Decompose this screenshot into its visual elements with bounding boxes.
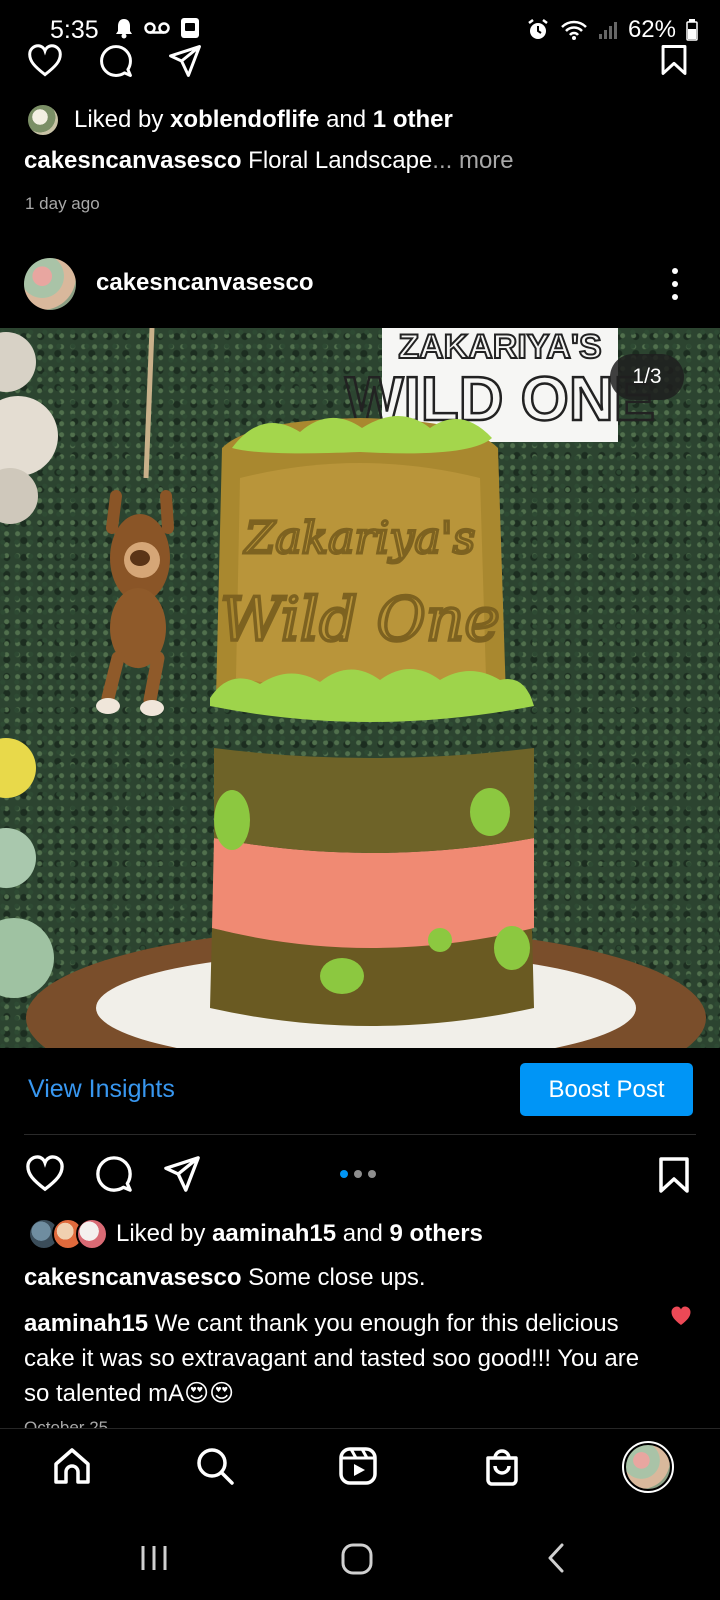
liked-by-prefix: Liked by <box>116 1220 213 1247</box>
liked-by-user[interactable]: xoblendoflife <box>170 106 319 133</box>
carousel-dot <box>368 1170 376 1178</box>
post-author-username[interactable]: cakesncanvasesco <box>96 269 314 297</box>
liked-by[interactable]: Liked by aaminah15 and 9 others <box>28 1218 483 1250</box>
post-photo: ZAKARIYA'S WILD ONE Zakariya's Wild One <box>0 328 706 1048</box>
caption-more-link[interactable]: ... more <box>432 147 513 174</box>
comment-username[interactable]: aaminah15 <box>24 1310 148 1337</box>
like-heart-icon[interactable] <box>24 1155 66 1193</box>
post-caption: cakesncanvasesco Some close ups. <box>24 1264 426 1292</box>
view-insights-link[interactable]: View Insights <box>28 1075 175 1104</box>
liked-by-prefix: Liked by <box>74 106 171 133</box>
liked-by-and: and <box>319 106 373 133</box>
like-heart-icon[interactable] <box>24 44 66 78</box>
previous-liked-by[interactable]: Liked by xoblendoflife and 1 other <box>26 103 453 137</box>
caption-text: Some close ups. <box>241 1264 426 1291</box>
sign-text-top: ZAKARIYA'S <box>398 328 601 366</box>
profile-avatar-image <box>626 1445 670 1489</box>
reels-icon[interactable] <box>338 1446 378 1486</box>
status-icons-right: 62% <box>526 16 698 44</box>
previous-timestamp: 1 day ago <box>25 194 100 213</box>
caption-username[interactable]: cakesncanvasesco <box>24 147 242 174</box>
liker-avatar <box>76 1218 108 1250</box>
back-icon[interactable] <box>546 1542 566 1574</box>
comment-bubble-icon[interactable] <box>96 44 136 78</box>
system-navigation <box>0 1508 720 1600</box>
post-actions <box>24 1155 202 1193</box>
shop-icon[interactable] <box>482 1446 522 1486</box>
comment-liked-heart-icon[interactable] <box>670 1306 692 1326</box>
share-send-icon[interactable] <box>166 44 204 78</box>
caption-username[interactable]: cakesncanvasesco <box>24 1264 242 1291</box>
previous-caption: cakesncanvasesco Floral Landscape... mor… <box>24 147 514 175</box>
home-icon[interactable] <box>52 1446 92 1486</box>
post-author-avatar[interactable] <box>24 258 76 310</box>
image-counter-badge: 1/3 <box>610 354 684 400</box>
divider <box>24 1134 696 1135</box>
carousel-indicator <box>340 1170 376 1178</box>
share-send-icon[interactable] <box>162 1155 202 1193</box>
cake-topper-text-2: Wild One <box>220 585 500 655</box>
alarm-icon <box>528 19 548 39</box>
comment: aaminah15 We cant thank you enough for t… <box>24 1306 664 1411</box>
save-bookmark-icon[interactable] <box>658 44 690 76</box>
status-time: 5:35 <box>50 16 99 44</box>
liker-avatars <box>28 1218 108 1250</box>
bottom-navigation <box>0 1428 720 1508</box>
recent-apps-icon[interactable] <box>138 1544 170 1572</box>
post-image[interactable]: ZAKARIYA'S WILD ONE Zakariya's Wild One … <box>0 328 720 1048</box>
search-icon[interactable] <box>195 1446 235 1486</box>
liked-by-user[interactable]: aaminah15 <box>212 1220 336 1247</box>
cake-topper-text-1: Zakariya's <box>243 513 476 564</box>
more-options-icon[interactable] <box>672 268 678 300</box>
notification-bell-icon <box>116 19 132 39</box>
wifi-icon <box>561 20 587 40</box>
battery-icon <box>686 19 698 41</box>
liked-by-others[interactable]: 1 other <box>373 106 453 133</box>
liked-by-others[interactable]: 9 others <box>390 1220 483 1247</box>
liked-by-and: and <box>336 1220 390 1247</box>
comment-bubble-icon[interactable] <box>94 1155 134 1193</box>
profile-avatar[interactable] <box>622 1441 674 1493</box>
signal-icon <box>598 22 617 39</box>
liker-avatar <box>26 103 60 137</box>
boost-post-button[interactable]: Boost Post <box>520 1063 693 1116</box>
status-icons-left <box>114 17 200 39</box>
carousel-dot <box>340 1170 348 1178</box>
battery-percent: 62% <box>627 16 676 43</box>
screenshot-icon <box>181 18 199 38</box>
caption-text: Floral Landscape <box>241 147 433 174</box>
save-bookmark-icon[interactable] <box>658 1156 690 1194</box>
home-button-icon[interactable] <box>340 1542 374 1576</box>
carousel-dot <box>354 1170 362 1178</box>
previous-post-actions <box>24 44 204 78</box>
voicemail-icon <box>144 22 170 34</box>
